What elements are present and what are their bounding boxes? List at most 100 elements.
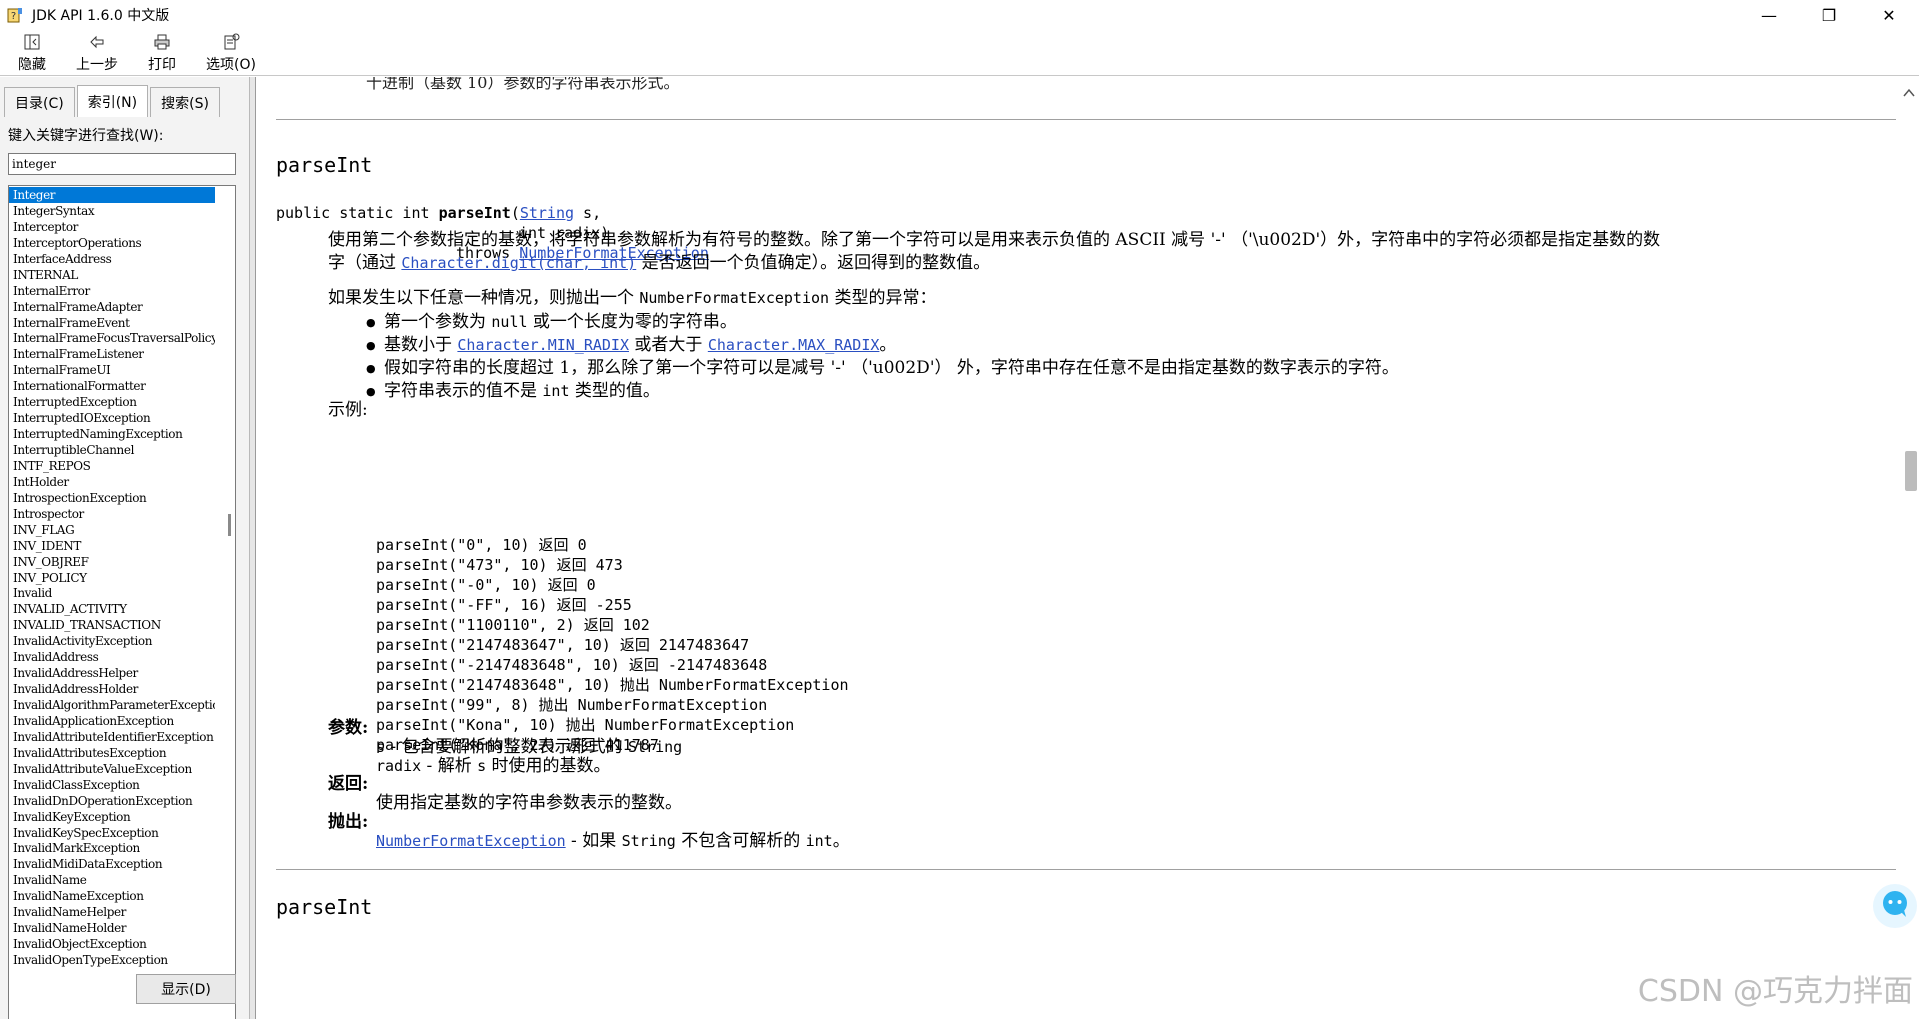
list-item[interactable]: INV_POLICY <box>9 570 215 586</box>
restore-icon: ❐ <box>1821 5 1837 25</box>
list-item[interactable]: InvalidApplicationException <box>9 713 215 729</box>
list-item[interactable]: INV_FLAG <box>9 522 215 538</box>
character-digit-link[interactable]: Character.digit(char, int) <box>401 254 636 272</box>
list-item[interactable]: InvalidObjectException <box>9 936 215 952</box>
list-item[interactable]: InvalidNameHolder <box>9 920 215 936</box>
list-item[interactable]: Introspector <box>9 506 215 522</box>
list-item[interactable]: InterruptedException <box>9 394 215 410</box>
list-item[interactable]: IntrospectionException <box>9 490 215 506</box>
list-item[interactable]: INV_IDENT <box>9 538 215 554</box>
list-item[interactable]: InvalidName <box>9 872 215 888</box>
list-item[interactable]: IntegerSyntax <box>9 203 215 219</box>
list-item[interactable]: InternalFrameFocusTraversalPolicy <box>9 330 215 346</box>
list-item[interactable]: InvalidMidiDataException <box>9 856 215 872</box>
list-item[interactable]: Invalid <box>9 585 215 601</box>
index-scrollbar[interactable] <box>215 186 235 1019</box>
restore-button[interactable]: ❐ <box>1799 0 1859 30</box>
list-item[interactable]: INV_OBJREF <box>9 554 215 570</box>
bullet2-b: 或者大于 <box>629 335 708 355</box>
example-code-block: parseInt("0", 10) 返回 0 parseInt("473", 10… <box>376 535 849 755</box>
list-item[interactable]: InvalidOpenTypeException <box>9 952 215 968</box>
svg-text:?: ? <box>11 11 16 22</box>
close-button[interactable]: ✕ <box>1859 0 1919 30</box>
list-item: 基数小于 Character.MIN_RADIX 或者大于 Character.… <box>366 334 1399 357</box>
list-item[interactable]: InvalidClassException <box>9 777 215 793</box>
hide-button[interactable]: 隐藏 <box>12 30 52 76</box>
list-item[interactable]: InvalidAddressHelper <box>9 665 215 681</box>
back-button[interactable]: 上一步 <box>70 30 124 76</box>
throws-item: NumberFormatException - 如果 String 不包含可解析… <box>376 826 850 851</box>
sig-modifiers: public static int <box>276 204 439 222</box>
list-item[interactable]: IntHolder <box>9 474 215 490</box>
max-radix-link[interactable]: Character.MAX_RADIX <box>708 336 880 354</box>
list-item[interactable]: InvalidAttributesException <box>9 745 215 761</box>
tab-contents[interactable]: 目录(C) <box>4 87 75 117</box>
list-item[interactable]: InvalidMarkException <box>9 840 215 856</box>
sig-string-link[interactable]: String <box>520 204 574 222</box>
list-item[interactable]: INVALID_ACTIVITY <box>9 601 215 617</box>
list-item[interactable]: INTF_REPOS <box>9 458 215 474</box>
throws-item-a: - 如果 <box>565 831 622 851</box>
keyword-input[interactable] <box>8 153 236 175</box>
list-item[interactable]: Interceptor <box>9 219 215 235</box>
param-s-code: String <box>628 738 683 756</box>
list-item[interactable]: InvalidKeyException <box>9 809 215 825</box>
list-item[interactable]: InvalidNameException <box>9 888 215 904</box>
list-item[interactable]: INTERNAL <box>9 267 215 283</box>
bullet1-a: 第一个参数为 <box>384 312 492 332</box>
scroll-up-icon[interactable] <box>1903 87 1915 101</box>
list-item: 第一个参数为 null 或一个长度为零的字符串。 <box>366 311 1399 334</box>
list-item[interactable]: InvalidAttributeIdentifierException <box>9 729 215 745</box>
list-item[interactable]: InterfaceAddress <box>9 251 215 267</box>
bullet2-a: 基数小于 <box>384 335 458 355</box>
options-label: 选项(O) <box>206 57 256 73</box>
list-item: 字符串表示的值不是 int 类型的值。 <box>366 380 1399 403</box>
desc-text-1: 字（通过 <box>328 253 402 273</box>
window-title: JDK API 1.6.0 中文版 <box>32 8 170 24</box>
nav-tabs: 目录(C) 索引(N) 搜索(S) <box>4 85 222 117</box>
list-item[interactable]: InternalFrameAdapter <box>9 299 215 315</box>
list-item[interactable]: InternalFrameEvent <box>9 315 215 331</box>
title-bar: ? JDK API 1.6.0 中文版 — ❐ ✕ <box>0 0 1919 30</box>
list-item[interactable]: InterruptedNamingException <box>9 426 215 442</box>
list-item[interactable]: InvalidAddressHolder <box>9 681 215 697</box>
param-radix-name: radix <box>376 757 422 775</box>
list-item[interactable]: INVALID_TRANSACTION <box>9 617 215 633</box>
list-item[interactable]: InternalFrameUI <box>9 362 215 378</box>
list-item[interactable]: InvalidNameHelper <box>9 904 215 920</box>
chat-assistant-button[interactable] <box>1873 884 1917 928</box>
index-scrollbar-thumb[interactable] <box>228 514 231 536</box>
list-item[interactable]: InterruptibleChannel <box>9 442 215 458</box>
list-item[interactable]: InvalidAlgorithmParameterException <box>9 697 215 713</box>
list-item[interactable]: InvalidDnDOperationException <box>9 793 215 809</box>
options-button[interactable]: 选项(O) <box>200 30 262 76</box>
print-button[interactable]: 打印 <box>142 30 182 76</box>
tab-search[interactable]: 搜索(S) <box>150 87 220 117</box>
content-scrollbar-thumb[interactable] <box>1905 451 1917 491</box>
hide-icon <box>22 32 42 52</box>
list-item[interactable]: InvalidActivityException <box>9 633 215 649</box>
tab-index[interactable]: 索引(N) <box>76 85 149 117</box>
minimize-button[interactable]: — <box>1739 0 1799 30</box>
list-item[interactable]: InterceptorOperations <box>9 235 215 251</box>
example-line: parseInt("2147483647", 10) 返回 2147483647 <box>376 636 750 654</box>
list-item[interactable]: InterruptedIOException <box>9 410 215 426</box>
example-line: parseInt("99", 8) 抛出 NumberFormatExcepti… <box>376 696 768 714</box>
bullet2-c: 。 <box>879 335 897 355</box>
method-title: parseInt <box>276 153 373 177</box>
list-item[interactable]: InvalidAttributeValueException <box>9 761 215 777</box>
min-radix-link[interactable]: Character.MIN_RADIX <box>457 336 629 354</box>
index-listbox[interactable]: Integer IntegerSyntax Interceptor Intercept… <box>8 185 236 1019</box>
list-item[interactable]: Integer <box>9 187 215 203</box>
list-item[interactable]: InvalidAddress <box>9 649 215 665</box>
show-button[interactable]: 显示(D) <box>136 974 236 1004</box>
content-scrollbar[interactable] <box>1899 77 1919 1019</box>
number-format-exception-link[interactable]: NumberFormatException <box>376 832 566 850</box>
list-item[interactable]: InternationalFormatter <box>9 378 215 394</box>
throws-item-code2: int <box>805 832 833 850</box>
list-item[interactable]: InvalidKeySpecException <box>9 825 215 841</box>
list-item[interactable]: InternalError <box>9 283 215 299</box>
next-method-title: parseInt <box>276 895 373 919</box>
throws-label: 抛出: <box>328 812 369 832</box>
list-item[interactable]: InternalFrameListener <box>9 346 215 362</box>
